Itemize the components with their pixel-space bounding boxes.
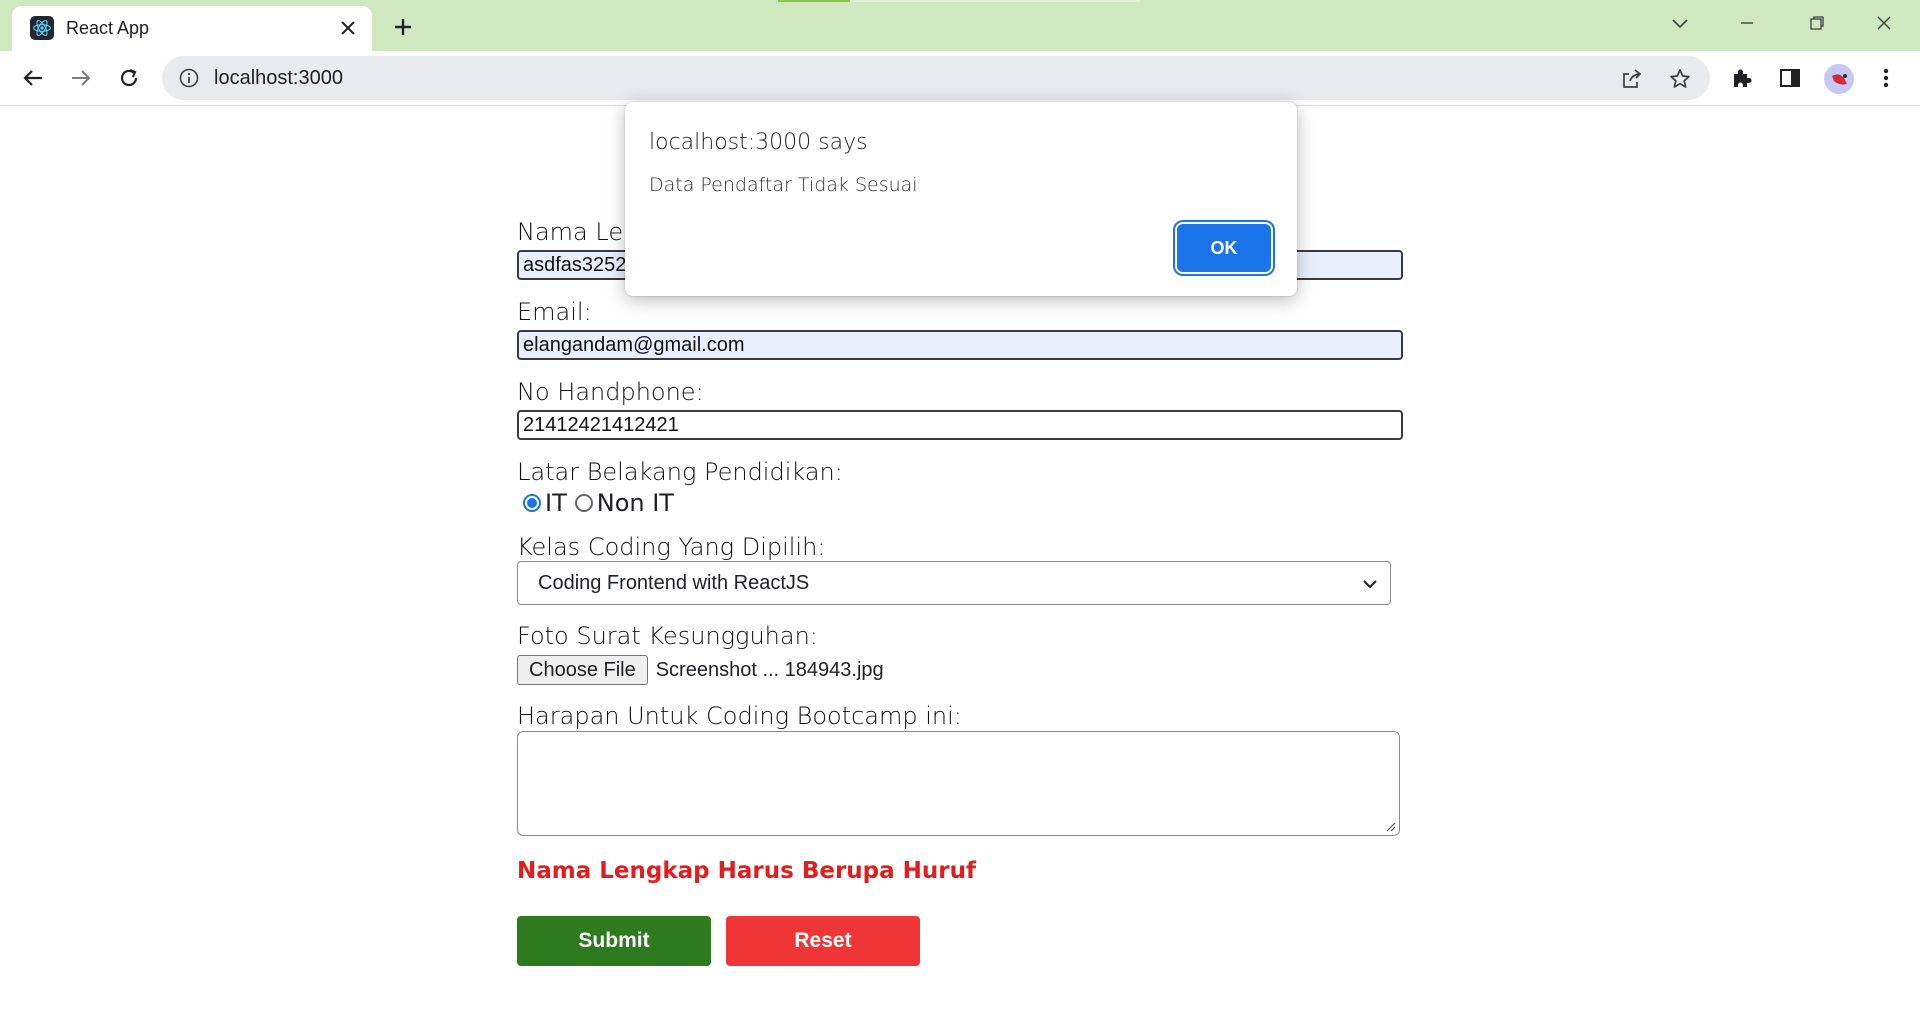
dialog-title: localhost:3000 says [649, 130, 868, 155]
browser-toolbar: localhost:3000 [0, 51, 1920, 106]
reset-button[interactable]: Reset [726, 916, 920, 966]
nama-label: Nama Len [517, 218, 639, 246]
address-bar[interactable]: localhost:3000 [162, 56, 1710, 100]
hp-label: No Handphone: [517, 378, 704, 406]
side-panel-icon[interactable] [1774, 62, 1806, 94]
tab-loading-indicator [778, 0, 1140, 2]
harapan-textarea[interactable] [517, 731, 1400, 836]
react-logo-icon [30, 16, 54, 40]
no-handphone-input[interactable] [517, 410, 1403, 440]
harapan-label: Harapan Untuk Coding Bootcamp ini: [517, 702, 962, 730]
file-upload: Choose File Screenshot ... 184943.jpg [517, 655, 884, 685]
pendidikan-label: Latar Belakang Pendidikan: [517, 458, 843, 486]
close-window-button[interactable] [1864, 6, 1904, 40]
radio-non-it[interactable] [574, 494, 593, 512]
forward-arrow-icon[interactable] [64, 61, 98, 95]
tab-strip: React App [0, 0, 1920, 51]
back-arrow-icon[interactable] [16, 61, 50, 95]
share-icon[interactable] [1618, 65, 1646, 93]
radio-it-label: IT [545, 489, 567, 517]
info-icon[interactable] [178, 67, 200, 89]
email-input[interactable] [517, 330, 1403, 360]
restore-button[interactable] [1797, 6, 1837, 40]
resize-grip-icon[interactable] [1384, 820, 1396, 832]
kelas-selected-value: Coding Frontend with ReactJS [538, 572, 810, 594]
chevron-down-icon [1363, 580, 1377, 589]
browser-tab[interactable]: React App [12, 6, 372, 51]
profile-avatar[interactable] [1824, 64, 1854, 94]
alert-dialog: localhost:3000 says Data Pendaftar Tidak… [625, 102, 1297, 296]
close-icon[interactable] [334, 14, 362, 42]
choose-file-button[interactable]: Choose File [517, 655, 648, 685]
error-message: Nama Lengkap Harus Berupa Huruf [517, 858, 977, 884]
dialog-message: Data Pendaftar Tidak Sesuai [649, 174, 918, 196]
radio-non-it-label: Non IT [596, 489, 674, 517]
minimize-button[interactable] [1727, 6, 1767, 40]
new-tab-button[interactable] [386, 10, 420, 44]
extensions-puzzle-icon[interactable] [1726, 62, 1758, 94]
submit-button[interactable]: Submit [517, 916, 711, 966]
url-text: localhost:3000 [214, 67, 343, 89]
menu-kebab-icon[interactable] [1870, 62, 1902, 94]
email-label: Email: [517, 298, 592, 326]
foto-label: Foto Surat Kesungguhan: [517, 622, 818, 650]
pendidikan-radio-group: IT Non IT [523, 489, 682, 517]
reload-icon[interactable] [112, 61, 146, 95]
tab-title: React App [66, 18, 150, 38]
file-name: Screenshot ... 184943.jpg [655, 658, 884, 681]
tab-search-chevron-down-icon[interactable] [1660, 6, 1700, 40]
bookmark-star-icon[interactable] [1666, 65, 1694, 93]
kelas-label: Kelas Coding Yang Dipilih: [517, 533, 826, 561]
radio-it[interactable] [523, 494, 541, 512]
kelas-coding-select[interactable]: Coding Frontend with ReactJS [517, 561, 1391, 605]
ok-button[interactable]: OK [1177, 224, 1271, 272]
